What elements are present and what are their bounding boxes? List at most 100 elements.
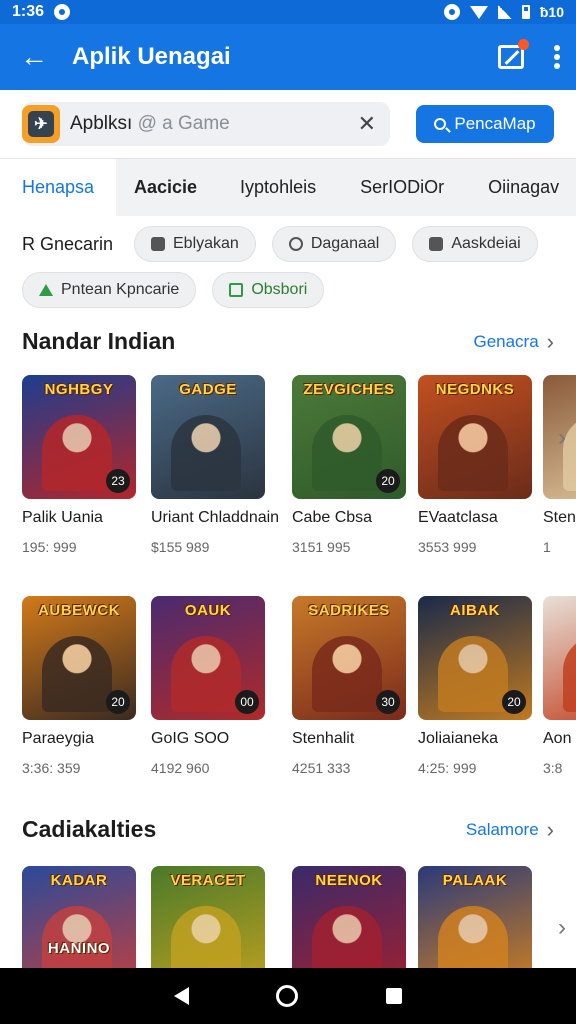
game-card[interactable]: AIBAK 20 Joliaianeka 4:25: 999 [418, 596, 532, 776]
game-name: Joliaianeka [418, 730, 499, 747]
chevron-right-icon[interactable]: › [558, 424, 566, 452]
filter-row-2: Pntean Kpncarie Obsbori [22, 272, 325, 310]
tab-5[interactable]: Oiinagav [488, 159, 559, 217]
game-thumbnail: GADGE [151, 375, 265, 499]
game-card[interactable]: PALAAK [418, 866, 532, 968]
thumbnail-title: NGHBGY [44, 381, 114, 398]
game-thumbnail: AUBEWCK 20 [22, 596, 136, 720]
game-card[interactable]: NGHBGY 23 Palik Uania 195: 999 [22, 375, 136, 555]
character-art [171, 415, 241, 491]
rating-badge: 20 [376, 469, 400, 493]
game-name: GoIG SOO [151, 730, 230, 747]
thumbnail-title: AUBEWCK [38, 602, 120, 619]
back-arrow-icon[interactable]: ← [16, 39, 52, 75]
game-card[interactable]: Sten 1 [543, 375, 576, 555]
nav-back-icon[interactable] [173, 987, 189, 1005]
game-thumbnail: PALAAK [418, 866, 532, 968]
game-card[interactable]: YAI Aon 3:8 [543, 596, 576, 776]
chevron-right-icon[interactable]: › [558, 914, 566, 942]
system-nav-bar [0, 968, 576, 1024]
character-art [312, 415, 382, 491]
search-button-label: PencaMap [454, 114, 536, 133]
game-card[interactable]: ZEVGICHES 20 Cabe Cbsa 3151 995 [292, 375, 406, 555]
game-price: 3:8 [543, 760, 563, 776]
game-name: Paraeygia [22, 730, 95, 747]
game-thumbnail: OAUK 00 [151, 596, 265, 720]
section-link-label: Genacra [473, 331, 539, 351]
section-title: Cadiakalties [22, 816, 157, 842]
game-row-2: AUBEWCK 20 Paraeygia 3:36: 359 OAUK 00 GoIG SO… [22, 596, 576, 806]
thumbnail-title: SADRIKES [308, 602, 390, 619]
tab-1[interactable]: Henapsa [0, 158, 116, 217]
game-card[interactable]: OAUK 00 GoIG SOO 4192 960 [151, 596, 265, 776]
search-button[interactable]: PencaMap [416, 105, 554, 143]
chip-label: Aaskdeiai [451, 235, 521, 252]
filter-chip-2[interactable]: Daganaal [271, 226, 397, 262]
edit-icon[interactable] [498, 39, 529, 69]
more-menu-icon[interactable] [554, 45, 560, 69]
page-title: Aplik Uenagai [72, 43, 231, 70]
lock-icon [151, 237, 165, 251]
status-bar: 1:36 ƀ10 [0, 0, 576, 24]
search-hint: @ a Game [137, 113, 230, 134]
rating-badge: 00 [235, 690, 259, 714]
game-thumbnail: NGHBGY 23 [22, 375, 136, 499]
tab-2[interactable]: Aacicie [134, 159, 197, 217]
game-thumbnail: AIBAK 20 [418, 596, 532, 720]
game-name: Palik Uania [22, 509, 103, 526]
chip-label: Pntean Kpncarie [61, 281, 180, 298]
thumbnail-title: NEGDNKS [435, 381, 515, 398]
game-price: 3151 995 [292, 539, 351, 555]
section-link[interactable]: Genacra › [473, 329, 554, 355]
game-name: Cabe Cbsa [292, 509, 373, 526]
game-card[interactable]: NEGDNKS EVaatclasa 3553 999 [418, 375, 532, 555]
thumbnail-title: KADAR [50, 872, 108, 889]
game-thumbnail: NEENOK [292, 866, 406, 968]
game-card[interactable]: NEENOK [292, 866, 406, 968]
character-art [438, 415, 508, 491]
thumbnail-title: GADGE [179, 381, 237, 398]
chevron-right-icon: › [546, 816, 554, 842]
rating-badge: 20 [502, 690, 526, 714]
game-thumbnail: KADAR HANINO [22, 866, 136, 968]
clear-icon[interactable]: ✕ [358, 111, 376, 137]
game-name: Sten [543, 509, 576, 526]
section-link[interactable]: Salamore › [466, 817, 554, 843]
thumbnail-title: AIBAK [450, 602, 500, 619]
clock-icon [288, 237, 303, 251]
nav-recents-icon[interactable] [386, 988, 403, 1004]
character-art [171, 906, 241, 968]
game-card[interactable]: AUBEWCK 20 Paraeygia 3:36: 359 [22, 596, 136, 776]
chevron-right-icon: › [546, 328, 554, 354]
tab-3[interactable]: Iyptohleis [240, 159, 316, 217]
search-row: ✈ Apblksı @ a Game ✕ PencaMap [0, 90, 576, 158]
filter-chip-3[interactable]: Aaskdeiai [412, 226, 538, 262]
filter-chip-5[interactable]: Obsbori [212, 272, 325, 308]
search-input[interactable]: Apblksı @ a Game [70, 113, 330, 135]
thumbnail-subtitle: HANINO [47, 940, 111, 957]
tab-4[interactable]: SerIODiOr [360, 159, 444, 217]
game-price: 3:36: 359 [22, 760, 81, 776]
game-card[interactable]: SADRIKES 30 Stenhalit 4251 333 [292, 596, 406, 776]
search-box[interactable]: ✈ Apblksı @ a Game ✕ [22, 102, 390, 146]
section-header-2: Cadiakalties Salamore › [22, 816, 554, 843]
game-card[interactable]: VERACET [151, 866, 265, 968]
status-right-text: ƀ10 [539, 4, 564, 20]
character-art [42, 636, 112, 712]
game-thumbnail: VERACET [151, 866, 265, 968]
character-art [312, 906, 382, 968]
filter-chip-4[interactable]: Pntean Kpncarie [22, 272, 197, 308]
game-name: EVaatclasa [418, 509, 498, 526]
game-price: $155 989 [151, 539, 210, 555]
chip-label: Obsbori [251, 281, 308, 298]
game-card[interactable]: KADAR HANINO [22, 866, 136, 968]
filter-chip-1[interactable]: Eblyakan [134, 226, 256, 262]
nav-home-icon[interactable] [276, 985, 299, 1007]
search-value: Apblksı [70, 113, 133, 134]
section-header-1: Nandar Indian Genacra › [22, 328, 554, 355]
game-price: 1 [543, 539, 551, 555]
game-card[interactable]: GADGE Uriant Chladdnain $155 989 [151, 375, 279, 555]
search-icon [434, 118, 447, 130]
game-thumbnail: NEGDNKS [418, 375, 532, 499]
battery-icon [521, 5, 530, 19]
